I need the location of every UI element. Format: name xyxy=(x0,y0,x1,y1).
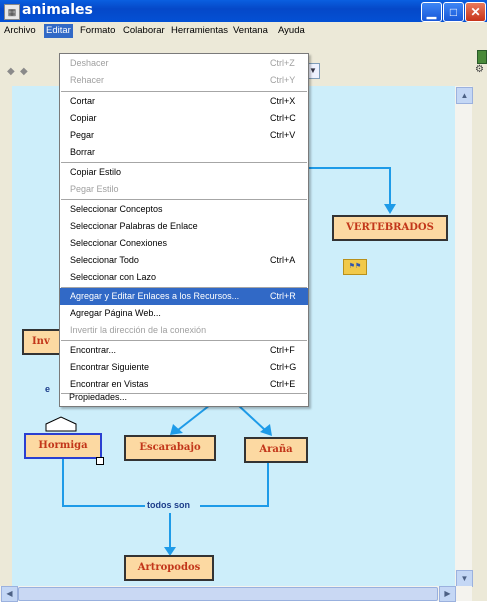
menu-item-cortar[interactable]: Cortar Ctrl+X xyxy=(60,93,308,110)
concept-hormiga[interactable]: Hormiga xyxy=(24,433,102,459)
menu-item-copiar[interactable]: Copiar Ctrl+C xyxy=(60,110,308,127)
concept-escarabajo[interactable]: Escarabajo xyxy=(124,435,216,461)
app-window: ▦ animales ▁ □ ✕ Archivo Editar Formato … xyxy=(0,0,487,602)
line-arana-link xyxy=(200,458,269,507)
menu-item-deshacer[interactable]: Deshacer Ctrl+Z xyxy=(60,55,308,72)
concept-artropodos[interactable]: Artropodos xyxy=(124,555,214,581)
arrow-escarabajo xyxy=(170,424,183,435)
concept-vertebrados[interactable]: VERTEBRADOS xyxy=(332,215,448,241)
menu-item-agregar-pagina-web[interactable]: Agregar Página Web... xyxy=(60,305,308,322)
menu-item-encontrar[interactable]: Encontrar... Ctrl+F xyxy=(60,342,308,359)
linkword-todos-son[interactable]: todos son xyxy=(145,500,192,510)
menu-item-invertir-direccion[interactable]: Invertir la dirección de la conexión xyxy=(60,322,308,339)
horizontal-scrollbar[interactable]: ◀ ▶ xyxy=(0,586,472,602)
menu-separator xyxy=(61,162,307,163)
linkword-partial[interactable]: e xyxy=(45,384,51,394)
scroll-up-icon[interactable]: ▲ xyxy=(456,87,473,104)
menu-separator xyxy=(61,199,307,200)
scroll-right-icon[interactable]: ▶ xyxy=(439,586,456,602)
menu-item-seleccionar-lazo[interactable]: Seleccionar con Lazo xyxy=(60,269,308,286)
menu-separator xyxy=(61,91,307,92)
menu-item-seleccionar-conceptos[interactable]: Seleccionar Conceptos xyxy=(60,201,308,218)
menu-item-seleccionar-todo[interactable]: Seleccionar Todo Ctrl+A xyxy=(60,252,308,269)
resize-handle-icon[interactable] xyxy=(96,457,104,465)
menu-item-seleccionar-conexiones[interactable]: Seleccionar Conexiones xyxy=(60,235,308,252)
concept-arana[interactable]: Araña xyxy=(244,437,308,463)
scroll-down-icon[interactable]: ▼ xyxy=(456,570,473,587)
selection-handle-icon xyxy=(45,416,77,432)
scroll-left-icon[interactable]: ◀ xyxy=(1,586,18,602)
menu-item-copiar-estilo[interactable]: Copiar Estilo xyxy=(60,164,308,181)
line-to-vertebrados xyxy=(300,167,391,206)
menu-item-agregar-enlaces[interactable]: Agregar y Editar Enlaces a los Recursos.… xyxy=(60,288,308,305)
line-to-escarabajo xyxy=(177,404,211,431)
menu-item-seleccionar-palabras[interactable]: Seleccionar Palabras de Enlace xyxy=(60,218,308,235)
vertical-scrollbar[interactable]: ▲ ▼ xyxy=(455,86,473,587)
arrow-vertebrados xyxy=(384,204,396,214)
horizontal-scroll-thumb[interactable] xyxy=(18,587,438,601)
menu-item-borrar[interactable]: Borrar xyxy=(60,144,308,161)
edit-menu-dropdown: Deshacer Ctrl+Z Rehacer Ctrl+Y Cortar Ctrl+… xyxy=(59,53,309,407)
line-hormiga-link xyxy=(62,455,145,507)
menu-item-propiedades[interactable]: Propiedades... xyxy=(59,389,307,406)
menu-item-pegar-estilo[interactable]: Pegar Estilo xyxy=(60,181,308,198)
menu-item-rehacer[interactable]: Rehacer Ctrl+Y xyxy=(60,72,308,89)
menu-item-encontrar-siguiente[interactable]: Encontrar Siguiente Ctrl+G xyxy=(60,359,308,376)
line-to-arana xyxy=(237,404,266,431)
menu-separator xyxy=(61,340,307,341)
menu-item-pegar[interactable]: Pegar Ctrl+V xyxy=(60,127,308,144)
resource-link-icon[interactable]: ⚑⚑ xyxy=(343,259,367,275)
